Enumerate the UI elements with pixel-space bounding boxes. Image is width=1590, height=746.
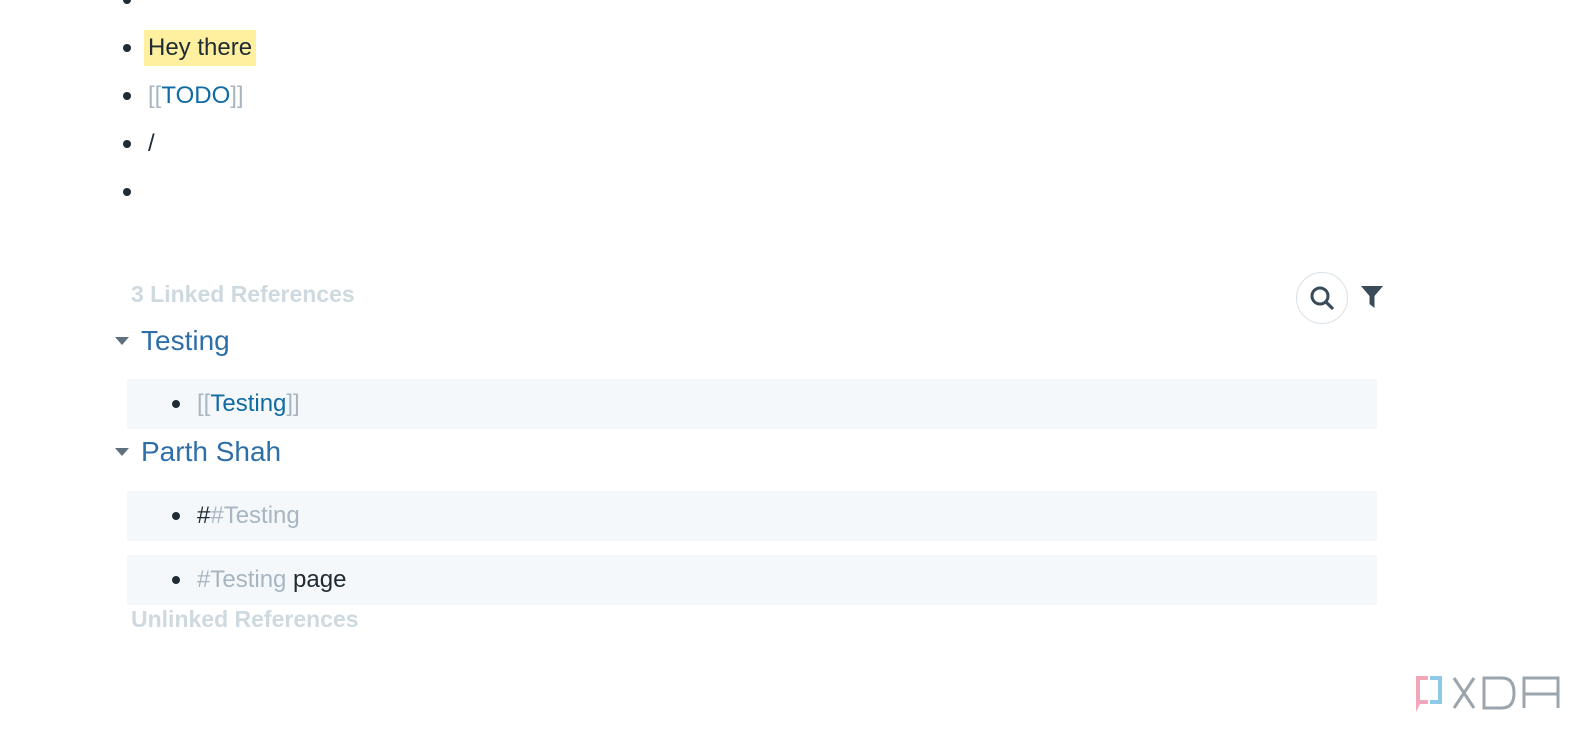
block-text[interactable]: / (148, 126, 155, 162)
page-link-testing[interactable]: Testing (210, 390, 286, 417)
tag-link-testing[interactable]: #Testing (210, 502, 299, 529)
text-prefix: # (197, 502, 211, 529)
reference-group-header[interactable]: Testing (115, 321, 230, 361)
tag-link-testing[interactable]: #Testing (197, 566, 286, 593)
block-bullet[interactable] (172, 512, 180, 520)
highlighted-text[interactable]: Hey there (144, 30, 257, 66)
block-bullet[interactable] (123, 0, 131, 4)
block-bullet[interactable] (123, 140, 131, 148)
reference-group-title[interactable]: Testing (141, 325, 230, 357)
link-bracket-close: ]] (286, 390, 300, 417)
reference-block[interactable]: ##Testing (127, 491, 1377, 541)
caret-down-icon[interactable] (115, 448, 129, 456)
page-link-todo[interactable]: TODO (161, 82, 230, 109)
link-bracket-close: ]] (230, 82, 244, 109)
page-reference[interactable]: [[TODO]] (148, 78, 244, 114)
reference-group-header[interactable]: Parth Shah (115, 432, 281, 472)
link-bracket-open: [[ (197, 390, 211, 417)
link-bracket-open: [[ (148, 82, 162, 109)
reference-block[interactable]: [[Testing]] (127, 379, 1377, 429)
block-bullet[interactable] (172, 576, 180, 584)
reference-block[interactable]: #Testing page (127, 555, 1377, 605)
block-bullet[interactable] (123, 188, 131, 196)
block-bullet[interactable] (172, 400, 180, 408)
filter-icon (1361, 286, 1383, 308)
tag-reference[interactable]: #Testing page (197, 562, 346, 598)
search-icon (1310, 286, 1334, 310)
reference-group-title[interactable]: Parth Shah (141, 436, 281, 468)
text-suffix: page (286, 566, 347, 593)
caret-down-icon[interactable] (115, 337, 129, 345)
unlinked-references-title[interactable]: Unlinked References (131, 606, 359, 633)
block-bullet[interactable] (123, 44, 131, 52)
linked-references-title: 3 Linked References (131, 281, 355, 307)
block-bullet[interactable] (123, 92, 131, 100)
search-references-button[interactable] (1296, 272, 1348, 324)
xda-logo (1416, 676, 1560, 712)
tag-reference[interactable]: ##Testing (197, 498, 300, 534)
page-reference[interactable]: [[Testing]] (197, 386, 300, 422)
filter-references-button[interactable] (1358, 282, 1386, 312)
